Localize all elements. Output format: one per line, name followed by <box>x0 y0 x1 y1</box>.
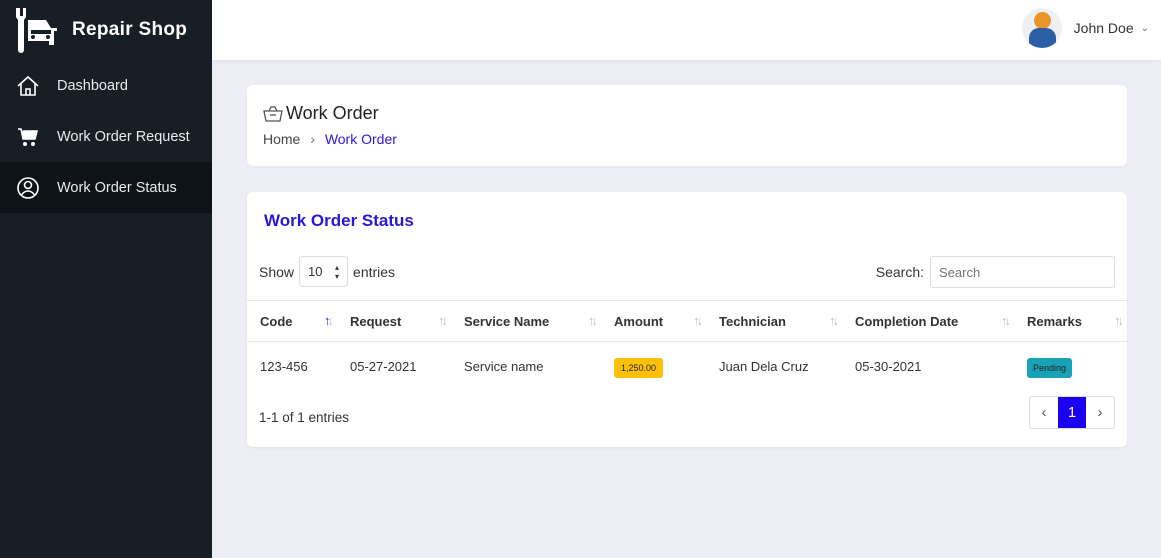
sort-icon[interactable]: ↑↓ <box>693 313 703 328</box>
page-button-1[interactable]: 1 <box>1058 397 1086 428</box>
brand-name: Repair Shop <box>72 19 188 40</box>
pagination: ‹ 1 › <box>1029 396 1115 429</box>
column-header-amount[interactable]: Amount ↑↓ <box>601 300 706 342</box>
column-header-completion-date[interactable]: Completion Date ↑↓ <box>842 300 1014 342</box>
next-page-button[interactable]: › <box>1086 397 1114 428</box>
work-order-status-card: Work Order Status Show 10 ▴ ▾ entries Sear… <box>247 192 1127 447</box>
sidebar-item-work-order-request[interactable]: Work Order Request <box>0 111 212 162</box>
sort-icon[interactable]: ↑↓ <box>1114 313 1124 328</box>
cell-request: 05-27-2021 <box>350 358 417 374</box>
sidebar-item-dashboard[interactable]: Dashboard <box>0 60 212 111</box>
prev-page-button[interactable]: ‹ <box>1030 397 1058 428</box>
user-name: John Doe <box>1073 20 1134 36</box>
home-icon <box>17 75 39 96</box>
basket-icon <box>263 105 283 122</box>
chevron-right-icon: › <box>1097 404 1103 421</box>
avatar <box>1021 8 1062 48</box>
sidebar-item-label: Work Order Status <box>57 179 177 196</box>
search-input[interactable] <box>930 256 1115 288</box>
column-header-code[interactable]: Code ↑↓ <box>247 300 337 342</box>
cell-code: 123-456 <box>260 358 308 374</box>
sidebar-item-work-order-status[interactable]: Work Order Status <box>0 162 212 213</box>
table-row: 123-456 05-27-2021 Service name 1,250.00… <box>247 342 1127 391</box>
chevron-right-icon: › <box>310 131 315 147</box>
page-title: Work Order <box>286 103 379 123</box>
sidebar-item-label: Dashboard <box>57 77 128 94</box>
column-header-remarks[interactable]: Remarks ↑↓ <box>1014 300 1127 342</box>
top-header: John Doe ⌄ <box>212 0 1161 60</box>
page-header-card: Work Order Home › Work Order <box>247 85 1127 166</box>
user-circle-icon <box>17 176 39 199</box>
brand[interactable]: Repair Shop <box>0 0 212 60</box>
select-arrows-icon: ▴ ▾ <box>335 262 340 281</box>
page-size-select[interactable]: 10 ▴ ▾ <box>299 256 349 287</box>
work-order-table: Code ↑↓ Request ↑↓ Service Name ↑↓ Amount ↑↓… <box>247 300 1127 391</box>
breadcrumb-home[interactable]: Home <box>263 131 300 147</box>
search-label: Search: <box>875 264 924 280</box>
sort-icon[interactable]: ↑↓ <box>438 313 448 328</box>
wrench-car-icon <box>16 8 57 53</box>
column-header-service-name[interactable]: Service Name ↑↓ <box>451 300 601 342</box>
sort-icon[interactable]: ↑↓ <box>588 313 598 328</box>
sidebar: Repair Shop Dashboard Work Order Request… <box>0 0 212 558</box>
breadcrumb: Home › Work Order <box>263 131 397 147</box>
show-label: Show <box>259 263 295 280</box>
cell-completion: 05-30-2021 <box>855 358 922 374</box>
breadcrumb-current[interactable]: Work Order <box>325 131 397 147</box>
status-badge: Pending <box>1027 357 1073 378</box>
cart-icon <box>18 127 38 146</box>
sort-icon[interactable]: ↑↓ <box>324 313 334 328</box>
chevron-down-icon: ⌄ <box>1140 22 1149 34</box>
column-header-request[interactable]: Request ↑↓ <box>337 300 451 342</box>
amount-badge: 1,250.00 <box>614 357 664 378</box>
column-header-technician[interactable]: Technician ↑↓ <box>706 300 842 342</box>
entries-label: entries <box>353 263 396 280</box>
cell-service: Service name <box>464 358 544 374</box>
chevron-left-icon: ‹ <box>1041 404 1047 421</box>
sort-icon[interactable]: ↑↓ <box>829 313 839 328</box>
sort-icon[interactable]: ↑↓ <box>1001 313 1011 328</box>
sidebar-item-label: Work Order Request <box>57 128 190 145</box>
user-menu[interactable]: John Doe ⌄ <box>1021 8 1149 48</box>
table-info: 1-1 of 1 entries <box>259 410 350 425</box>
cell-technician: Juan Dela Cruz <box>719 358 809 374</box>
section-title: Work Order Status <box>264 211 414 230</box>
page-size-value: 10 <box>308 264 323 279</box>
